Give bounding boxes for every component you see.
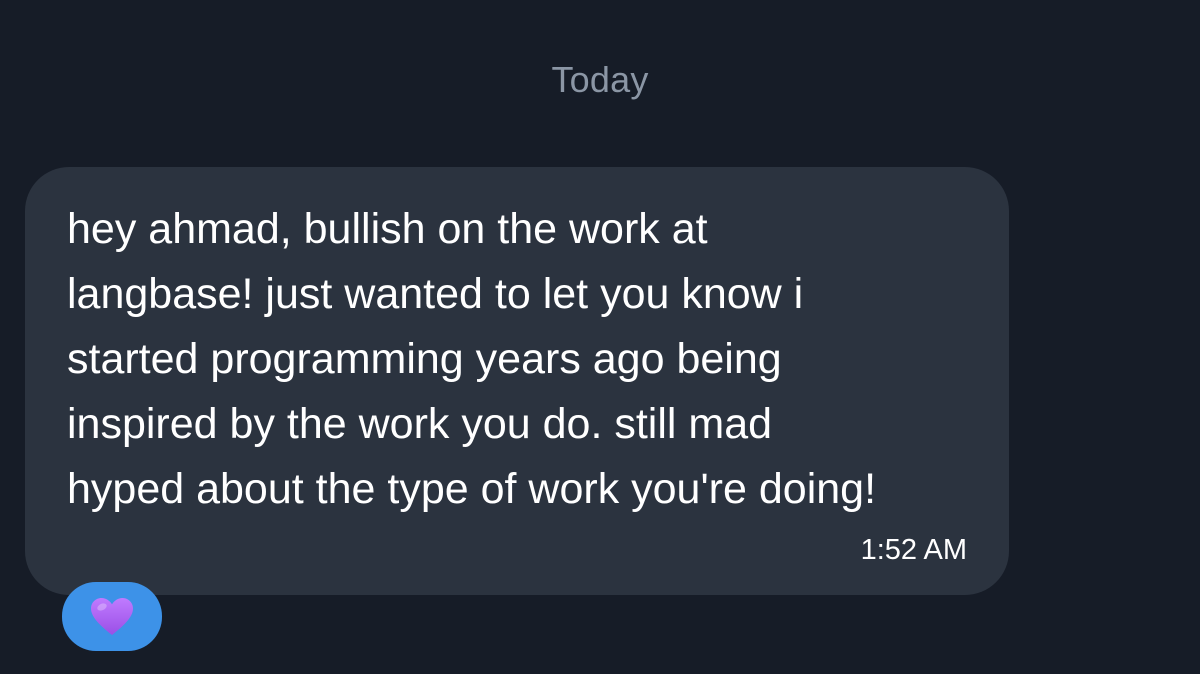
message-reaction[interactable] [62, 582, 162, 651]
message-text: hey ahmad, bullish on the work at langba… [67, 205, 877, 513]
message-timestamp: 1:52 AM [860, 534, 967, 566]
date-separator: Today [551, 59, 649, 100]
purple-heart-icon [90, 597, 134, 637]
message-bubble[interactable]: hey ahmad, bullish on the work at langba… [25, 167, 1009, 595]
